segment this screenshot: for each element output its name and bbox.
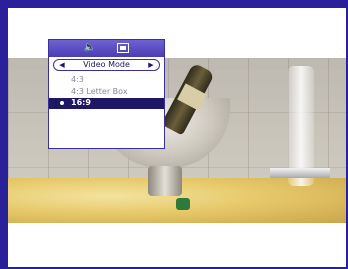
bucket-stem	[148, 166, 182, 196]
selected-dot-icon	[60, 101, 64, 105]
speaker-icon[interactable]: 🔈	[83, 42, 97, 54]
menu-header: 🔈	[49, 40, 164, 57]
option-label: 16:9	[71, 98, 91, 107]
green-stopper	[176, 198, 190, 210]
screen-icon[interactable]	[117, 43, 129, 53]
mode-label: Video Mode	[83, 60, 130, 69]
tap	[270, 168, 330, 178]
option-label: 4:3	[71, 75, 84, 84]
mode-selector[interactable]: ◀ Video Mode ▶	[53, 59, 160, 71]
video-mode-menu: 🔈 ◀ Video Mode ▶ 4:3 4:3 Letter Box 16:9	[48, 39, 165, 149]
option-16-9[interactable]: 16:9	[49, 98, 164, 109]
option-4-3-letter-box[interactable]: 4:3 Letter Box	[49, 87, 164, 97]
option-4-3[interactable]: 4:3	[49, 75, 164, 85]
option-label: 4:3 Letter Box	[71, 87, 128, 96]
right-arrow-icon[interactable]: ▶	[145, 60, 157, 70]
left-arrow-icon[interactable]: ◀	[56, 60, 68, 70]
